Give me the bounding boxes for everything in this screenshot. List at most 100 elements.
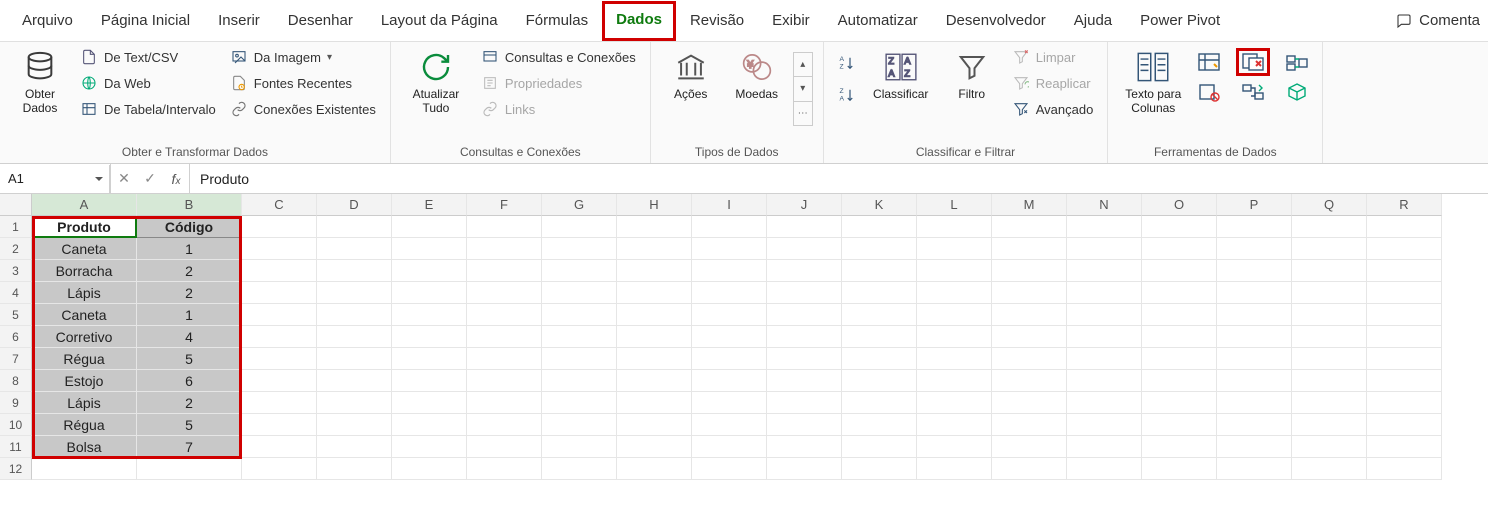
cell[interactable] (467, 260, 542, 282)
cell[interactable] (242, 348, 317, 370)
cell[interactable] (467, 370, 542, 392)
cell[interactable] (917, 414, 992, 436)
cell[interactable] (992, 414, 1067, 436)
row-header[interactable]: 9 (0, 392, 32, 414)
cell[interactable] (767, 304, 842, 326)
flash-fill-button[interactable] (1194, 50, 1224, 74)
cell[interactable] (392, 304, 467, 326)
cell[interactable] (1217, 260, 1292, 282)
cell[interactable]: Estojo (32, 370, 137, 392)
row-header[interactable]: 3 (0, 260, 32, 282)
formula-input[interactable]: Produto (190, 171, 1488, 187)
cell[interactable] (1367, 238, 1442, 260)
col-header[interactable]: P (1217, 194, 1292, 216)
cell[interactable] (1142, 260, 1217, 282)
tab-layout[interactable]: Layout da Página (367, 2, 512, 39)
gallery-scroll[interactable]: ▴ ▾ ⋯ (793, 52, 813, 126)
cell[interactable]: 6 (137, 370, 242, 392)
cell[interactable] (1292, 260, 1367, 282)
cell[interactable] (242, 436, 317, 458)
cell[interactable] (842, 414, 917, 436)
tab-formulas[interactable]: Fórmulas (512, 2, 603, 39)
cell[interactable] (1367, 392, 1442, 414)
cell[interactable] (1067, 216, 1142, 238)
cell[interactable]: Lápis (32, 282, 137, 304)
cell[interactable] (1292, 348, 1367, 370)
cell[interactable] (917, 282, 992, 304)
cell[interactable]: Produto (32, 216, 137, 238)
currencies-button[interactable]: ¥ Moedas (727, 46, 787, 106)
cell[interactable] (692, 414, 767, 436)
cell[interactable] (992, 326, 1067, 348)
cell[interactable] (1142, 458, 1217, 480)
col-header[interactable]: I (692, 194, 767, 216)
cell[interactable] (1367, 458, 1442, 480)
cell[interactable] (842, 436, 917, 458)
cell[interactable] (617, 304, 692, 326)
cell[interactable] (317, 348, 392, 370)
spreadsheet-grid[interactable]: 1 2 3 4 5 6 7 8 9 10 11 12 A B C D E F G… (0, 194, 1488, 480)
col-header[interactable]: N (1067, 194, 1142, 216)
col-header[interactable]: J (767, 194, 842, 216)
cell[interactable] (542, 348, 617, 370)
cell[interactable] (1142, 392, 1217, 414)
cell[interactable]: 1 (137, 238, 242, 260)
cell[interactable] (692, 216, 767, 238)
cell[interactable] (317, 304, 392, 326)
fx-insert-function-button[interactable]: fx (163, 171, 189, 187)
cell[interactable] (242, 304, 317, 326)
cell[interactable] (317, 436, 392, 458)
consolidate-button[interactable] (1282, 50, 1312, 74)
cell[interactable] (842, 282, 917, 304)
cell[interactable] (1142, 370, 1217, 392)
cell[interactable] (392, 282, 467, 304)
cell[interactable] (842, 326, 917, 348)
cell[interactable]: Bolsa (32, 436, 137, 458)
cell[interactable] (317, 392, 392, 414)
cell[interactable] (542, 370, 617, 392)
cell[interactable] (1217, 216, 1292, 238)
cell[interactable] (767, 326, 842, 348)
cell[interactable] (692, 304, 767, 326)
cell[interactable] (392, 326, 467, 348)
cell[interactable] (1067, 238, 1142, 260)
filter-button[interactable]: Filtro (942, 46, 1002, 106)
col-header[interactable]: F (467, 194, 542, 216)
cell[interactable] (1367, 348, 1442, 370)
gallery-down-icon[interactable]: ▾ (794, 77, 812, 101)
cell[interactable] (242, 414, 317, 436)
cell[interactable]: 2 (137, 260, 242, 282)
cell[interactable] (617, 326, 692, 348)
cell[interactable] (1292, 370, 1367, 392)
cell[interactable] (317, 238, 392, 260)
existing-connections-button[interactable]: Conexões Existentes (226, 98, 380, 120)
cell[interactable] (542, 238, 617, 260)
cell[interactable] (467, 436, 542, 458)
cell[interactable]: 1 (137, 304, 242, 326)
cell[interactable] (542, 392, 617, 414)
cell[interactable] (692, 348, 767, 370)
cell[interactable] (767, 414, 842, 436)
cell[interactable] (542, 458, 617, 480)
cell[interactable] (1067, 282, 1142, 304)
cell[interactable] (617, 216, 692, 238)
cell[interactable] (1217, 392, 1292, 414)
gallery-up-icon[interactable]: ▴ (794, 53, 812, 77)
cell[interactable] (992, 458, 1067, 480)
col-header[interactable]: L (917, 194, 992, 216)
col-header[interactable]: K (842, 194, 917, 216)
cell[interactable] (992, 370, 1067, 392)
cell[interactable] (1142, 348, 1217, 370)
cell[interactable] (392, 238, 467, 260)
row-header[interactable]: 2 (0, 238, 32, 260)
tab-automatizar[interactable]: Automatizar (824, 2, 932, 39)
cell[interactable] (542, 414, 617, 436)
cell[interactable] (467, 414, 542, 436)
cell[interactable] (617, 370, 692, 392)
cell[interactable] (467, 392, 542, 414)
queries-connections-button[interactable]: Consultas e Conexões (477, 46, 640, 68)
cell[interactable] (137, 458, 242, 480)
cell[interactable] (617, 238, 692, 260)
refresh-all-button[interactable]: Atualizar Tudo (401, 46, 471, 120)
row-header[interactable]: 12 (0, 458, 32, 480)
